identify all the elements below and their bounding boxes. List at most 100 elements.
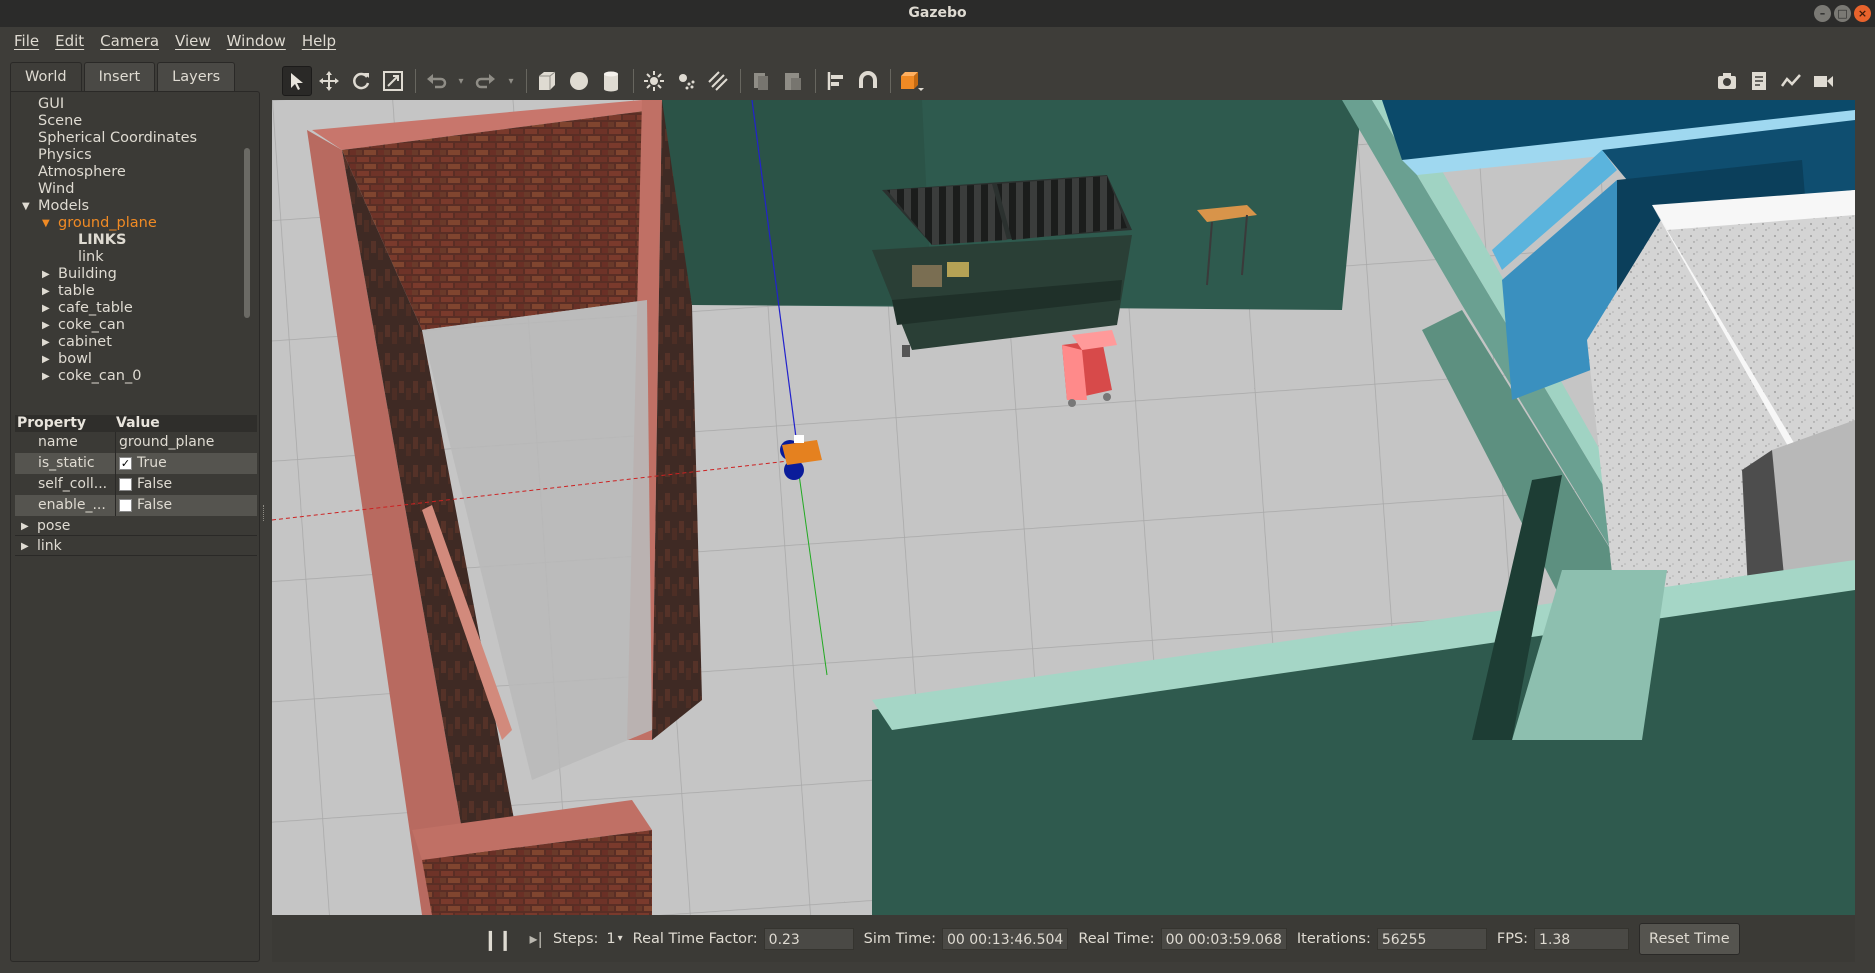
property-group-link[interactable]: ▶ link: [15, 536, 257, 556]
tree-item[interactable]: LINKS: [11, 232, 251, 249]
tree-item[interactable]: ▼ Models: [11, 198, 251, 215]
close-icon[interactable]: ×: [1854, 5, 1871, 22]
view-angle-icon[interactable]: [896, 66, 926, 96]
expand-right-icon[interactable]: ▶: [42, 368, 50, 385]
3d-viewport[interactable]: [272, 100, 1855, 915]
tab-world[interactable]: World: [10, 62, 82, 91]
rotate-icon[interactable]: [346, 66, 376, 96]
property-group-label: pose: [37, 518, 71, 534]
tree-item-label: link: [78, 249, 104, 265]
undo-dropdown-icon[interactable]: ▾: [453, 66, 469, 96]
select-arrow-icon[interactable]: [282, 66, 312, 96]
expand-right-icon[interactable]: ▶: [42, 266, 50, 283]
menu-edit[interactable]: Edit: [47, 32, 92, 50]
property-key: self_coll...: [15, 474, 116, 495]
plot-icon[interactable]: [1776, 66, 1806, 96]
tree-item[interactable]: Atmosphere: [11, 164, 251, 181]
tree-item[interactable]: ▶ cafe_table: [11, 300, 251, 317]
redo-icon[interactable]: [471, 66, 501, 96]
property-value[interactable]: ✓ True: [116, 453, 257, 474]
minimize-icon[interactable]: –: [1814, 5, 1831, 22]
tree-item-label: Models: [38, 198, 90, 214]
property-value-text: False: [137, 497, 173, 513]
translate-icon[interactable]: [314, 66, 344, 96]
property-key: is_static: [15, 453, 116, 474]
property-value: ground_plane: [116, 432, 257, 453]
menu-camera[interactable]: Camera: [92, 32, 167, 50]
expand-down-icon[interactable]: ▼: [42, 215, 50, 232]
tree-item[interactable]: ▶ coke_can_0: [11, 368, 251, 385]
expand-right-icon[interactable]: ▶: [42, 351, 50, 368]
tree-item[interactable]: Wind: [11, 181, 251, 198]
property-value[interactable]: False: [116, 495, 257, 516]
tree-item[interactable]: link: [11, 249, 251, 266]
tree-item-label: coke_can: [58, 317, 125, 333]
tab-insert[interactable]: Insert: [83, 62, 156, 91]
menu-file[interactable]: File: [6, 32, 47, 50]
cylinder-shape-icon[interactable]: [596, 66, 626, 96]
tree-item-label: Scene: [38, 113, 83, 129]
expand-right-icon[interactable]: ▶: [42, 334, 50, 351]
menu-window[interactable]: Window: [219, 32, 294, 50]
expand-right-icon[interactable]: ▶: [42, 317, 50, 334]
menu-view[interactable]: View: [167, 32, 219, 50]
tree-item[interactable]: ▶ Building: [11, 266, 251, 283]
tree-item[interactable]: ▶ table: [11, 283, 251, 300]
box-shape-icon[interactable]: [532, 66, 562, 96]
tree-item[interactable]: ▶ coke_can: [11, 317, 251, 334]
tree-item[interactable]: ▼ ground_plane: [11, 215, 251, 232]
checkbox-checked[interactable]: ✓: [119, 457, 132, 470]
redo-dropdown-icon[interactable]: ▾: [503, 66, 519, 96]
menu-help[interactable]: Help: [294, 32, 344, 50]
paste-icon[interactable]: [778, 66, 808, 96]
tree-item[interactable]: Scene: [11, 113, 251, 130]
tab-layers[interactable]: Layers: [157, 62, 236, 91]
title-bar: Gazebo – □ ×: [0, 0, 1875, 27]
spot-light-icon[interactable]: [671, 66, 701, 96]
property-column-header: Property: [17, 415, 87, 431]
tree-item-label: table: [58, 283, 95, 299]
screenshot-icon[interactable]: [1712, 66, 1742, 96]
expand-right-icon[interactable]: ▶: [42, 283, 50, 300]
snap-icon[interactable]: [853, 66, 883, 96]
property-value[interactable]: False: [116, 474, 257, 495]
tree-item-label: coke_can_0: [58, 368, 142, 384]
expand-down-icon[interactable]: ▼: [22, 198, 30, 215]
property-group-pose[interactable]: ▶ pose: [15, 516, 257, 536]
align-icon[interactable]: [821, 66, 851, 96]
fps-label: FPS:: [1496, 930, 1529, 947]
property-row: self_coll... False: [15, 474, 257, 495]
real-time-field: 00 00:03:59.068: [1160, 927, 1287, 950]
expand-right-icon[interactable]: ▶: [21, 517, 29, 537]
expand-right-icon[interactable]: ▶: [21, 537, 29, 557]
property-header: Property Value: [15, 415, 257, 432]
point-light-icon[interactable]: [639, 66, 669, 96]
step-icon[interactable]: ▸|: [530, 929, 543, 948]
reset-time-button[interactable]: Reset Time: [1639, 922, 1740, 955]
tree-item[interactable]: ▶ bowl: [11, 351, 251, 368]
panel-splitter[interactable]: [263, 505, 266, 521]
tree-item[interactable]: ▶ cabinet: [11, 334, 251, 351]
steps-value[interactable]: 1: [606, 931, 615, 947]
pause-icon[interactable]: ❙❙: [482, 927, 513, 951]
log-icon[interactable]: [1744, 66, 1774, 96]
tree-item[interactable]: Physics: [11, 147, 251, 164]
maximize-icon[interactable]: □: [1834, 5, 1851, 22]
scene-render[interactable]: [272, 100, 1855, 915]
checkbox-unchecked[interactable]: [119, 499, 132, 512]
copy-icon[interactable]: [746, 66, 776, 96]
sphere-shape-icon[interactable]: [564, 66, 594, 96]
panel-tabs: World Insert Layers: [10, 62, 260, 91]
tree-item[interactable]: Spherical Coordinates: [11, 130, 251, 147]
scale-icon[interactable]: [378, 66, 408, 96]
directional-light-icon[interactable]: [703, 66, 733, 96]
property-value-text: True: [137, 455, 167, 471]
tree-item[interactable]: GUI: [11, 96, 251, 113]
undo-icon[interactable]: [421, 66, 451, 96]
record-video-icon[interactable]: [1808, 66, 1838, 96]
checkbox-unchecked[interactable]: [119, 478, 132, 491]
tree-item-label: cafe_table: [58, 300, 133, 316]
steps-dropdown-icon[interactable]: ▾: [618, 933, 623, 944]
expand-right-icon[interactable]: ▶: [42, 300, 50, 317]
tree-scrollbar[interactable]: [244, 148, 250, 318]
